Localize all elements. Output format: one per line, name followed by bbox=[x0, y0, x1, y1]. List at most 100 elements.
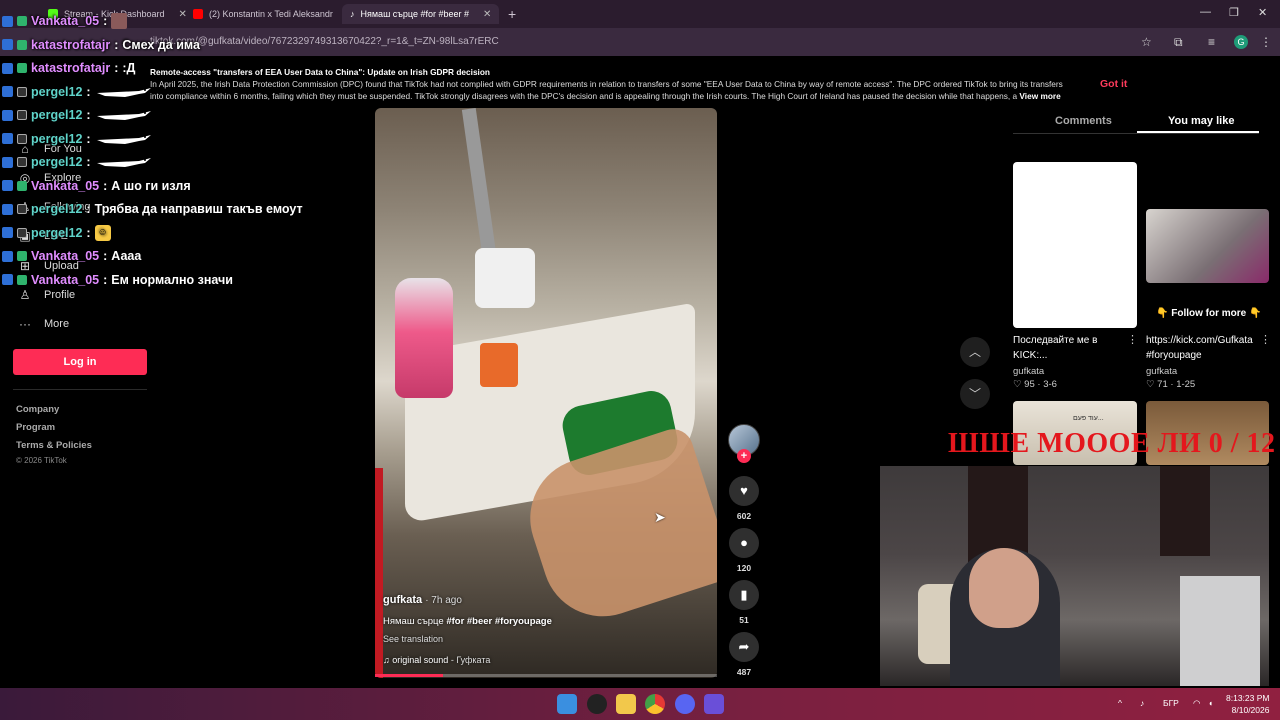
tab-label: (2) Konstantin x Tedi Aleksandr bbox=[209, 9, 333, 19]
chat-username[interactable]: pergel12 bbox=[31, 108, 82, 122]
share-count: 487 bbox=[736, 667, 752, 677]
tiktok-icon: ♪ bbox=[350, 9, 355, 19]
chat-message: pergel12: Трябва да направиш такъв емоут bbox=[2, 198, 303, 220]
thumb-text: עוד פעם... bbox=[1073, 415, 1104, 422]
recommended-thumb[interactable] bbox=[1146, 209, 1269, 283]
post-date: 3-6 bbox=[1043, 379, 1057, 390]
tab-comments[interactable]: Comments bbox=[1055, 115, 1112, 127]
login-button[interactable]: Log in bbox=[13, 349, 147, 375]
discord-icon[interactable] bbox=[675, 694, 695, 714]
star-icon[interactable]: ☆ bbox=[1141, 35, 1152, 49]
author-name[interactable]: gufkata bbox=[383, 594, 422, 606]
chat-username[interactable]: katastrofatajr bbox=[31, 38, 110, 52]
tab-youtube[interactable]: (2) Konstantin x Tedi Aleksandr ✕ bbox=[185, 4, 363, 24]
extensions-icon[interactable]: ⧉ bbox=[1174, 35, 1183, 50]
youtube-icon bbox=[193, 9, 203, 19]
nav-label: Profile bbox=[44, 289, 76, 301]
language-indicator[interactable]: БГР bbox=[1163, 698, 1179, 708]
wifi-icon[interactable]: ◠ bbox=[1193, 698, 1200, 709]
chat-separator: : bbox=[103, 178, 108, 193]
smile-emote-icon: ☺ bbox=[94, 224, 111, 241]
previous-video-button[interactable]: ︿ bbox=[960, 337, 990, 367]
chat-separator: : bbox=[86, 108, 91, 122]
chat-message: Vankata_05: А шо ги изля bbox=[2, 175, 191, 197]
banner-text-line1: In April 2025, the Irish Data Protection… bbox=[150, 79, 1063, 89]
kick-badge-icon bbox=[2, 203, 13, 215]
kick-badge-icon bbox=[2, 109, 13, 121]
emote-icon bbox=[111, 13, 128, 29]
kick-badge-icon bbox=[2, 180, 13, 191]
mic-icon[interactable]: ♪ bbox=[1140, 698, 1144, 708]
nav-more[interactable]: ··· More bbox=[18, 317, 69, 331]
goose-emote-icon bbox=[95, 84, 153, 100]
next-video-button[interactable]: ﹀ bbox=[960, 379, 990, 409]
video-player[interactable] bbox=[375, 108, 717, 678]
new-tab-button[interactable]: + bbox=[500, 4, 524, 24]
webcam-feed bbox=[880, 466, 1269, 686]
like-button[interactable]: ♥ bbox=[729, 476, 759, 506]
video-author[interactable]: gufkata · 7h ago bbox=[383, 594, 462, 606]
recommended-author[interactable]: gufkata bbox=[1146, 366, 1177, 377]
footer-program[interactable]: Program bbox=[16, 422, 55, 433]
video-sound[interactable]: ♫ original sound - Гуфката bbox=[383, 655, 490, 665]
minimize-icon[interactable]: — bbox=[1200, 6, 1211, 18]
share-arrow-icon: ➦ bbox=[738, 639, 750, 654]
chrome-icon[interactable] bbox=[645, 694, 665, 714]
video-frame-heater bbox=[475, 248, 535, 308]
tab-tiktok[interactable]: ♪ Нямаш сърце #for #beer # ✕ bbox=[342, 4, 500, 24]
more-options-icon[interactable]: ⋮ bbox=[1127, 333, 1138, 346]
menu-icon[interactable]: ⋮ bbox=[1260, 35, 1272, 49]
recommended-author[interactable]: gufkata bbox=[1013, 366, 1044, 377]
recommended-title[interactable]: Последвайте ме в KICK:... bbox=[1013, 333, 1123, 363]
more-options-icon[interactable]: ⋮ bbox=[1260, 333, 1271, 346]
comment-button[interactable]: ● bbox=[729, 528, 759, 558]
got-it-button[interactable]: Got it bbox=[1100, 78, 1127, 90]
recommended-title[interactable]: https://kick.com/Gufkata #foryoupage bbox=[1146, 333, 1258, 363]
url-field[interactable]: tiktok.com/@gufkata/video/76723297493136… bbox=[150, 36, 499, 47]
clock-date: 8/10/2026 bbox=[1231, 705, 1270, 715]
chat-username[interactable]: Vankata_05 bbox=[31, 249, 99, 263]
obs-icon[interactable] bbox=[587, 694, 607, 714]
chat-text: Аааа bbox=[111, 249, 142, 263]
chat-separator: : bbox=[86, 131, 91, 146]
chat-username[interactable]: pergel12 bbox=[31, 155, 82, 169]
chat-username[interactable]: pergel12 bbox=[31, 202, 82, 216]
close-window-icon[interactable]: ✕ bbox=[1258, 6, 1267, 19]
footer-company[interactable]: Company bbox=[16, 404, 59, 415]
chat-username[interactable]: katastrofatajr bbox=[31, 61, 110, 75]
subscriber-badge-icon bbox=[17, 63, 27, 73]
chat-username[interactable]: Vankata_05 bbox=[31, 14, 99, 28]
media-icon[interactable]: ≡ bbox=[1208, 35, 1215, 49]
chat-separator: : bbox=[114, 61, 119, 75]
profile-avatar[interactable]: G bbox=[1234, 35, 1248, 49]
restore-icon[interactable]: ❐ bbox=[1229, 6, 1239, 19]
chat-username[interactable]: pergel12 bbox=[31, 132, 82, 146]
caption-tags[interactable]: #for #beer #foryoupage bbox=[446, 616, 552, 627]
chat-username[interactable]: pergel12 bbox=[31, 85, 82, 99]
view-more-link[interactable]: View more bbox=[1019, 91, 1060, 101]
video-caption: Нямаш сърце #for #beer #foryoupage bbox=[383, 616, 552, 627]
system-clock[interactable]: 8:13:23 PM 8/10/2026 bbox=[1226, 692, 1269, 716]
share-button[interactable]: ➦ bbox=[729, 632, 759, 662]
video-progress-bar[interactable] bbox=[375, 674, 717, 677]
folder-icon[interactable] bbox=[616, 694, 636, 714]
footer-terms[interactable]: Terms & Policies bbox=[16, 440, 92, 451]
copyright: © 2026 TikTok bbox=[16, 456, 67, 465]
chat-username[interactable]: Vankata_05 bbox=[31, 273, 99, 287]
chat-username[interactable]: pergel12 bbox=[31, 226, 82, 240]
chat-message: pergel12: bbox=[2, 151, 157, 173]
close-icon[interactable]: ✕ bbox=[483, 9, 491, 20]
app-grid-icon[interactable] bbox=[704, 694, 724, 714]
start-icon[interactable] bbox=[557, 694, 577, 714]
chat-username[interactable]: Vankata_05 bbox=[31, 179, 99, 193]
follow-plus-icon[interactable]: + bbox=[737, 449, 751, 463]
recommended-thumb[interactable] bbox=[1013, 162, 1137, 328]
banner-title-bold: on Irish GDPR decision bbox=[397, 67, 490, 77]
heart-outline-icon: ♡ bbox=[1146, 379, 1155, 390]
clock-time: 8:13:23 PM bbox=[1226, 693, 1270, 703]
chevron-up-icon[interactable]: ^ bbox=[1118, 698, 1122, 708]
volume-icon[interactable]: ◖ bbox=[1208, 698, 1213, 708]
see-translation-link[interactable]: See translation bbox=[383, 634, 443, 644]
save-button[interactable]: ▮ bbox=[729, 580, 759, 610]
tab-you-may-like[interactable]: You may like bbox=[1168, 115, 1234, 127]
